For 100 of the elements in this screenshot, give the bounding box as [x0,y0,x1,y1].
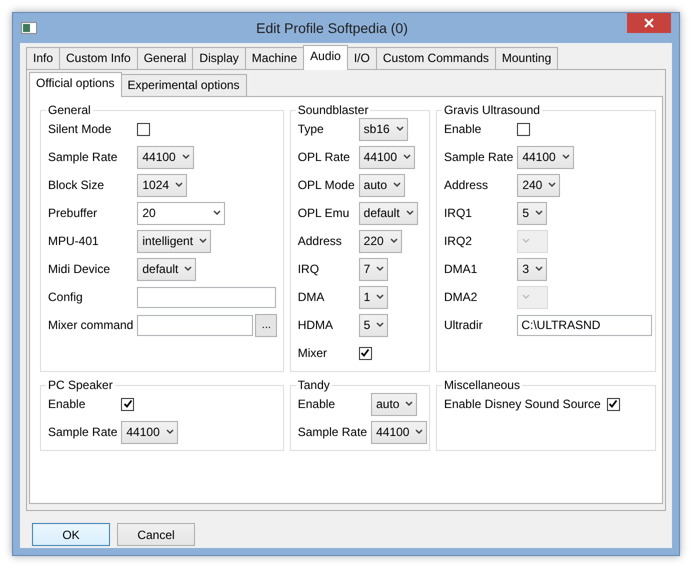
field-label: Sample Rate [48,424,118,441]
field-label: Sample Rate [444,149,514,166]
dropdown[interactable]: 44100 [371,420,428,444]
checkbox[interactable] [121,398,134,410]
checkbox[interactable] [137,122,150,136]
field-label: OPL Mode [298,177,355,194]
field-label: OPL Emu [298,205,350,222]
group-title: Gravis Ultrasound [442,103,541,117]
caret-icon [548,182,556,188]
caret-icon [406,210,414,216]
dropdown[interactable]: 44100 [121,420,178,444]
input-field[interactable]: C:\ULTRASND [517,314,652,336]
tab[interactable]: Info [26,47,60,69]
caret-icon [522,238,530,244]
field-label: Sample Rate [298,424,368,441]
field-label: Address [444,177,489,194]
field-label: Sample Rate [48,149,118,166]
field-label: DMA2 [444,289,478,306]
caret-icon [166,429,174,435]
field-label: IRQ [298,261,320,278]
caret-icon [213,210,222,216]
dropdown[interactable]: auto [371,392,418,416]
dialog-button[interactable]: Cancel [117,523,195,546]
caret-icon [184,266,192,272]
group-title: Soundblaster [296,103,370,117]
dropdown[interactable]: 7 [358,258,388,280]
field-label: Mixer command [48,317,134,334]
dropdown[interactable]: default [358,202,418,224]
group-title: Tandy [296,378,331,392]
field-label: IRQ2 [444,233,473,250]
tab[interactable]: Custom Commands [376,47,496,69]
caret-icon [175,182,184,188]
group-title: PC Speaker [47,378,114,392]
dropdown[interactable]: 44100 [358,146,416,168]
field-label: DMA [298,289,326,306]
tab[interactable]: Custom Info [59,47,138,69]
dialog-button[interactable]: OK [32,523,110,546]
dropdown[interactable]: 1 [358,286,388,308]
field-label: Enable Disney Sound Source [444,396,601,413]
tab[interactable]: Machine [244,47,304,69]
caret-icon [376,294,384,300]
caret-icon [405,401,414,407]
window-title: Edit Profile Softpedia (0) [255,18,409,38]
tab[interactable]: Official options [29,72,122,97]
input-field[interactable] [137,314,254,336]
field-label: HDMA [298,317,334,334]
caret-icon [522,294,530,300]
dropdown[interactable]: sb16 [358,118,408,140]
dropdown[interactable]: default [137,258,196,280]
tab[interactable]: Mounting [494,47,558,69]
dropdown[interactable]: 220 [358,230,402,252]
field-label: Enable [48,396,86,413]
dropdown[interactable]: 5 [358,314,388,336]
field-label: Midi Device [48,261,112,278]
tab[interactable]: I/O [346,47,377,69]
input-field[interactable] [137,286,276,308]
caret-icon [535,266,543,272]
field-label: Silent Mode [48,121,112,138]
field-label: Prebuffer [48,205,98,222]
dropdown[interactable]: 20 [137,202,226,224]
dropdown[interactable]: 5 [517,202,547,224]
dropdown[interactable]: 44100 [137,146,194,168]
dropdown[interactable]: 44100 [517,146,574,168]
dropdown[interactable]: intelligent [137,230,212,252]
dropdown[interactable]: 240 [517,174,560,196]
close-icon [644,18,654,28]
dropdown[interactable]: auto [358,174,405,196]
group-title: Miscellaneous [442,378,521,392]
field-label: MPU-401 [48,233,100,250]
checkbox[interactable] [517,122,530,136]
caret-icon [396,126,404,132]
field-label: Enable [298,396,336,413]
dropdown[interactable]: 3 [517,258,547,280]
tab[interactable]: General [136,47,194,69]
field-label: Type [298,121,325,138]
field-label: Ultradir [444,317,484,334]
caret-icon [562,154,570,160]
caret-icon [376,266,384,272]
dropdown[interactable]: 1024 [137,174,188,196]
field-label: Address [298,233,343,250]
field-label: OPL Rate [298,149,351,166]
field-label: DMA1 [444,261,478,278]
checkbox[interactable] [358,346,372,360]
field-label: Config [48,289,84,306]
caret-icon [535,210,543,216]
app-icon [21,22,37,34]
caret-icon [415,429,424,435]
tab[interactable]: Audio [303,45,348,70]
caret-icon [182,154,190,160]
caret-icon [376,322,384,328]
caret-icon [199,238,208,244]
field-label: Enable [444,121,482,138]
close-button[interactable] [627,13,671,33]
browse-button[interactable]: ... [255,314,278,336]
caret-icon [403,154,412,160]
tab[interactable]: Experimental options [120,74,247,96]
checkbox[interactable] [606,398,620,410]
caret-icon [390,238,398,244]
caret-icon [393,182,401,188]
tab[interactable]: Display [192,47,246,69]
